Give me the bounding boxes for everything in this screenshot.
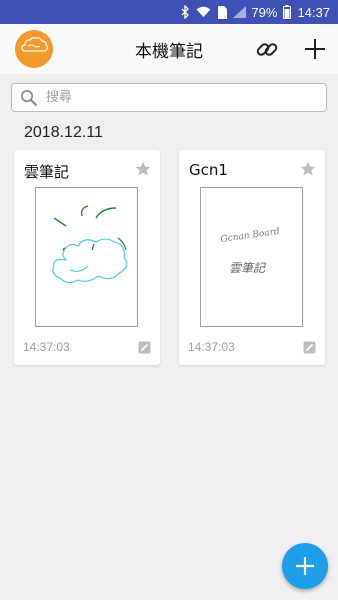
status-bar: 79% 14:37 [0,0,338,24]
note-title: Gcn1 [189,161,228,179]
battery-icon [283,5,292,19]
new-note-fab[interactable] [282,543,328,589]
note-thumbnail: Gcnan Board 雲筆記 [200,187,303,327]
note-timestamp: 14:37:03 [23,340,70,354]
note-timestamp: 14:37:03 [188,340,235,354]
plus-icon [305,39,325,59]
link-icon [256,43,278,56]
page-title: 本機筆記 [135,42,203,62]
wifi-icon [196,6,211,18]
star-icon[interactable] [300,161,316,177]
search-icon [21,89,38,106]
handwriting-line: Gcnan Board [220,227,281,245]
star-icon[interactable] [135,161,151,177]
note-thumbnail [35,187,138,327]
handwriting-line: 雲筆記 [229,261,267,275]
edit-icon[interactable] [303,341,316,354]
clock: 14:37 [297,4,330,20]
note-card[interactable]: Gcn1 Gcnan Board 雲筆記 14:37:03 [179,150,325,365]
plus-icon [296,557,314,575]
note-card[interactable]: 雲筆記 14:37:03 [14,150,160,365]
bluetooth-icon [180,5,190,19]
search-bar[interactable] [11,83,327,112]
app-header: 本機筆記 [0,24,338,74]
edit-icon[interactable] [138,341,151,354]
add-note-button[interactable] [302,36,328,62]
date-group-heading: 2018.12.11 [24,124,103,141]
handwriting-drawing: Gcnan Board 雲筆記 [220,227,281,275]
sim-icon [217,5,228,19]
link-button[interactable] [255,37,279,61]
sketch-drawing [52,205,128,284]
search-input[interactable] [46,90,306,105]
note-title: 雲筆記 [24,163,70,181]
battery-percentage: 79% [251,4,278,20]
signal-icon [233,6,247,18]
